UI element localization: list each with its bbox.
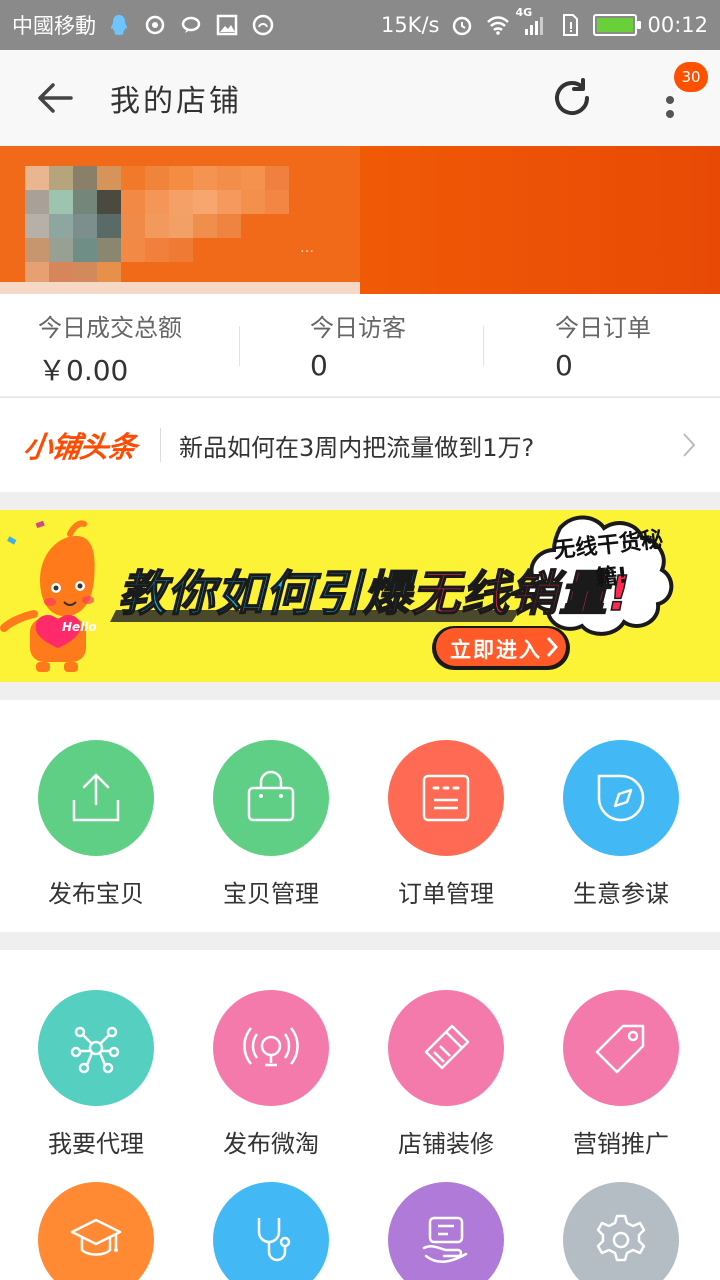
sync-icon	[142, 12, 168, 38]
tile-icon-circle	[388, 740, 504, 856]
arrow-left-icon	[38, 83, 73, 113]
stethoscope-icon	[257, 1218, 291, 1262]
clock: 00:12	[647, 13, 708, 37]
divider	[239, 326, 240, 366]
tile-settings[interactable]	[531, 1182, 711, 1280]
carrier-label: 中國移動	[12, 14, 96, 38]
bag-icon	[247, 770, 295, 822]
tag-icon	[595, 1024, 645, 1074]
promo-cloud-text: 无线干货秘籍!	[552, 527, 665, 592]
tile-learning[interactable]	[6, 1182, 186, 1280]
brush-icon	[424, 1024, 470, 1070]
page-title: 我的店铺	[110, 84, 242, 119]
divider	[483, 326, 484, 366]
refresh-icon	[555, 78, 589, 115]
order-list-icon	[422, 774, 470, 822]
tile-icon-circle	[213, 990, 329, 1106]
chevron-right-icon	[683, 433, 696, 457]
upload-icon	[72, 773, 120, 822]
tile-label: 生意参谋	[573, 880, 669, 908]
tile-icon-circle	[38, 990, 154, 1106]
tile-label: 订单管理	[398, 880, 494, 908]
tile-icon-circle	[38, 1182, 154, 1280]
tile-label: 宝贝管理	[223, 880, 319, 908]
tools-grid-primary: 发布宝贝 宝贝管理 订单管理 生意参谋	[0, 700, 720, 932]
shield-icon	[250, 12, 276, 38]
battery-icon	[593, 14, 642, 36]
status-bar: 中國移動 15K/s 4G 00:12	[0, 0, 720, 50]
alarm-icon	[449, 12, 475, 38]
stat-label: 今日成交总额	[38, 314, 182, 342]
refresh-button[interactable]	[542, 68, 602, 128]
chat-bubble-icon	[178, 12, 204, 38]
more-menu-button[interactable]: 30	[640, 50, 708, 146]
tile-label: 我要代理	[48, 1130, 144, 1158]
compass-icon	[597, 774, 645, 822]
wifi-icon	[485, 12, 511, 38]
qq-icon	[106, 12, 132, 38]
net-speed: 15K/s	[380, 13, 440, 37]
tools-grid-secondary: 我要代理 发布微淘 店铺装修 营销推广	[0, 950, 720, 1280]
tile-icon-circle	[563, 990, 679, 1106]
tile-icon-circle	[388, 990, 504, 1106]
tile-customer-service[interactable]	[356, 1182, 536, 1280]
sim-icon	[557, 12, 583, 38]
app-bar: 我的店铺 30	[0, 50, 720, 146]
tile-item-management[interactable]: 宝贝管理	[181, 740, 361, 909]
stat-revenue[interactable]: 今日成交总额 ￥0.00	[38, 294, 182, 389]
service-hand-icon	[422, 1216, 468, 1263]
tile-label: 发布宝贝	[48, 880, 144, 908]
stat-value: ￥0.00	[38, 354, 129, 387]
tile-icon-circle	[388, 1182, 504, 1280]
stat-visitors[interactable]: 今日访客 0	[310, 294, 406, 382]
stat-label: 今日订单	[555, 314, 651, 342]
notification-badge: 30	[674, 62, 708, 92]
promo-cta-button[interactable]: 立即进入	[450, 634, 542, 664]
promo-banner[interactable]: Hello 教你如何引爆无线销量! 无线干货秘籍! 立即进入	[0, 510, 720, 682]
network-type: 4G	[515, 6, 533, 19]
stat-label: 今日访客	[310, 314, 406, 342]
tile-shop-decoration[interactable]: 店铺装修	[356, 990, 536, 1159]
network-icon	[70, 1026, 120, 1074]
divider	[160, 428, 162, 462]
tile-marketing[interactable]: 营销推广	[531, 990, 711, 1159]
settings-gear-icon	[596, 1214, 646, 1262]
tile-business-advisor[interactable]: 生意参谋	[531, 740, 711, 909]
tile-shop-health[interactable]	[181, 1182, 361, 1280]
headline-logo: 小铺头条	[21, 430, 139, 464]
tile-icon-circle	[563, 740, 679, 856]
shop-headline-bar[interactable]: 小铺头条 新品如何在3周内把流量做到1万?	[0, 397, 720, 492]
shop-name-ellipsis: …	[300, 240, 320, 256]
tile-label: 店铺装修	[398, 1130, 494, 1158]
tile-icon-circle	[563, 1182, 679, 1280]
headline-text[interactable]: 新品如何在3周内把流量做到1万?	[179, 428, 682, 463]
today-stats: 今日成交总额 ￥0.00 今日访客 0 今日订单 0	[0, 294, 720, 396]
graduation-cap-icon	[70, 1218, 122, 1256]
image-icon	[214, 12, 240, 38]
shop-header[interactable]: …	[0, 146, 720, 294]
tile-icon-circle	[213, 1182, 329, 1280]
tile-label: 营销推广	[573, 1130, 669, 1158]
stat-value: 0	[555, 349, 573, 382]
tile-label: 发布微淘	[223, 1130, 319, 1158]
shop-avatar-pixelated	[0, 146, 360, 294]
stat-value: 0	[310, 349, 328, 382]
stat-orders[interactable]: 今日订单 0	[555, 294, 651, 382]
broadcast-icon	[243, 1027, 299, 1067]
tile-icon-circle	[213, 740, 329, 856]
mascot-tag: Hello	[62, 620, 97, 634]
back-button[interactable]	[0, 50, 110, 146]
tile-become-agent[interactable]: 我要代理	[6, 990, 186, 1159]
tile-post-weitao[interactable]: 发布微淘	[181, 990, 361, 1159]
tile-order-management[interactable]: 订单管理	[356, 740, 536, 909]
tile-publish-item[interactable]: 发布宝贝	[6, 740, 186, 909]
signal-icon: 4G	[515, 6, 547, 38]
tile-icon-circle	[38, 740, 154, 856]
slogan-part1: 教你如何引爆	[117, 565, 413, 623]
